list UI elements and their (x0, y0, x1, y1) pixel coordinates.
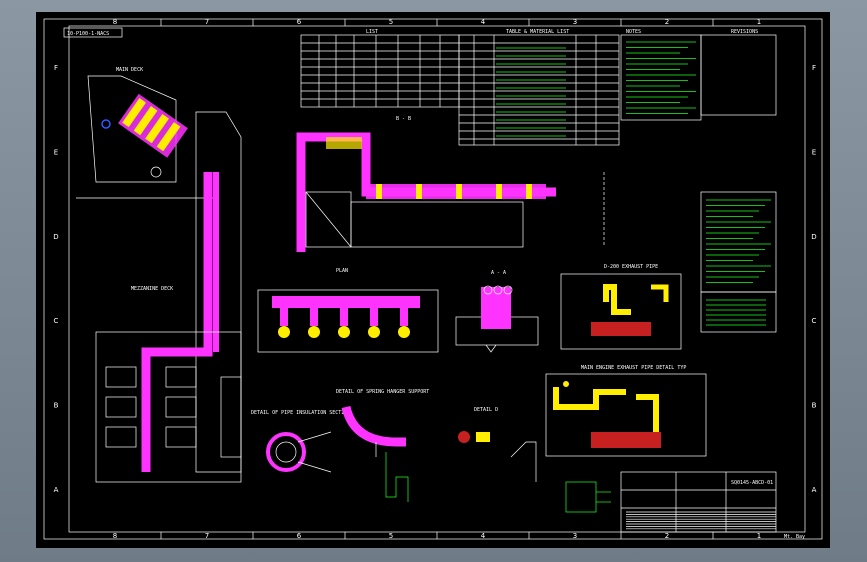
notes-header: NOTES (626, 29, 641, 35)
row-markers-left: F E D C B A (53, 64, 58, 494)
row-marker: A (812, 486, 817, 494)
row-marker: D (53, 233, 58, 241)
drawing-number: SQ0145-ABCD-01 (731, 480, 773, 486)
detail-d-label: DETAIL D (474, 407, 498, 413)
column-marker: 3 (573, 18, 577, 26)
material-header: TABLE & MATERIAL LIST (506, 29, 569, 35)
cad-drawing: 8 7 6 5 4 3 2 1 8 7 6 5 4 3 2 1 F E D C B A F E D C B A 10-P100-… (43, 18, 823, 540)
plan-view: PLAN (257, 268, 439, 353)
equipment-header: LIST (366, 29, 378, 35)
column-marker: 5 (389, 532, 393, 540)
main-engine-view: MAIN ENGINE EXHAUST PIPE DETAIL TYP (545, 365, 707, 457)
main-deck-label: MAIN DECK (116, 67, 143, 73)
general-notes (700, 291, 777, 333)
column-marker: 8 (113, 532, 117, 540)
title-block-label: 10-P100-1-NACS (67, 31, 109, 37)
column-marker: 1 (757, 532, 761, 540)
equipment-table: LIST (300, 29, 460, 108)
section-b-view: B - B (296, 116, 605, 252)
main-deck-view: MAIN DECK (76, 67, 216, 199)
row-marker: E (54, 149, 58, 157)
row-marker: C (54, 317, 59, 325)
legend-detail (565, 481, 611, 513)
column-marker: 2 (665, 532, 669, 540)
column-marker: 2 (665, 18, 669, 26)
section-a-label: A - A (491, 270, 506, 276)
column-marker: 7 (205, 532, 209, 540)
row-marker: B (812, 402, 817, 410)
row-markers-right: F E D C B A (811, 64, 816, 494)
bottom-right-tag: Mt. Bay (784, 534, 805, 540)
revision-header: REVISIONS (731, 29, 758, 35)
row-marker: B (54, 402, 59, 410)
revision-block: REVISIONS (700, 29, 777, 293)
dg-exhaust-view: D-200 EXHAUST PIPE (560, 264, 682, 350)
pipe-insulation-detail: DETAIL OF PIPE INSULATION SECTION (251, 410, 350, 473)
section-b-label: B - B (396, 116, 411, 122)
column-marker: 7 (205, 18, 209, 26)
detail-d-view: DETAIL D (458, 407, 537, 482)
pipe-insulation-label: DETAIL OF PIPE INSULATION SECTION (251, 410, 350, 416)
mezzanine-deck-label: MEZZANINE DECK (131, 286, 173, 292)
column-marker: 4 (481, 532, 486, 540)
title-block: SQ0145-ABCD-01 Mt. Bay (620, 471, 805, 540)
main-engine-label: MAIN ENGINE EXHAUST PIPE DETAIL TYP (581, 365, 686, 371)
plan-label: PLAN (336, 268, 348, 274)
column-marker: 4 (481, 18, 486, 26)
column-marker: 5 (389, 18, 393, 26)
row-marker: A (54, 486, 59, 494)
column-marker: 8 (113, 18, 117, 26)
dg-exhaust-label: D-200 EXHAUST PIPE (604, 264, 658, 270)
row-marker: E (812, 149, 816, 157)
spring-hanger-label: DETAIL OF SPRING HANGER SUPPORT (336, 389, 429, 395)
drawing-sheet: 8 7 6 5 4 3 2 1 8 7 6 5 4 3 2 1 F E D C B A F E D C B A 10-P100-… (36, 12, 830, 548)
mezzanine-deck-view: MEZZANINE DECK (95, 111, 242, 483)
sheet-border (43, 18, 823, 540)
material-table: TABLE & MATERIAL LIST (458, 29, 620, 146)
row-marker: C (812, 317, 817, 325)
spring-hanger-detail: DETAIL OF SPRING HANGER SUPPORT (336, 389, 429, 502)
column-marker: 1 (757, 18, 761, 26)
notes-block: NOTES (620, 29, 702, 121)
column-marker: 6 (297, 18, 302, 26)
viewer-background: 8 7 6 5 4 3 2 1 8 7 6 5 4 3 2 1 F E D C B A F E D C B A 10-P100-… (0, 0, 867, 562)
column-marker: 6 (297, 532, 302, 540)
row-marker: D (811, 233, 816, 241)
section-a-view: A - A (455, 270, 539, 353)
row-marker: F (812, 64, 816, 72)
row-marker: F (54, 64, 58, 72)
column-marker: 3 (573, 532, 577, 540)
